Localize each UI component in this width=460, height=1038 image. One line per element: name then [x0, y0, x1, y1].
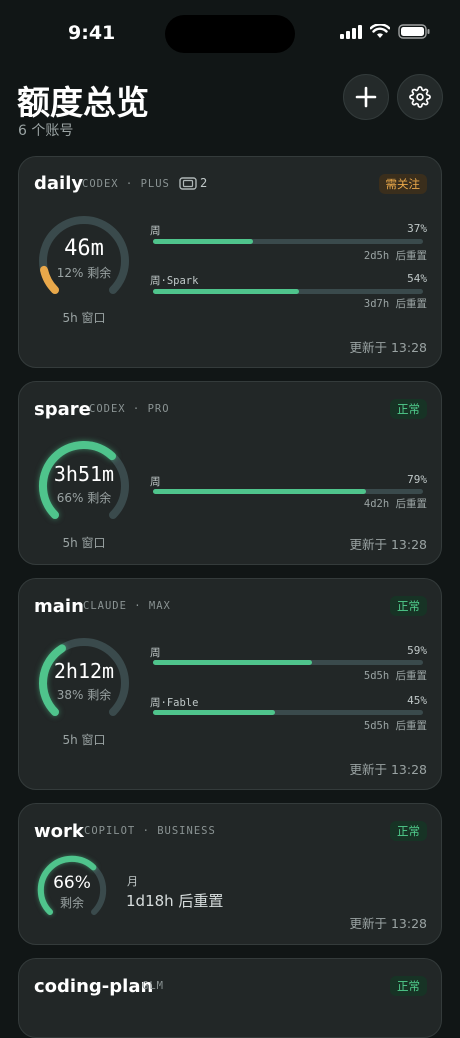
updated-time: 更新于 13:28	[349, 340, 428, 355]
quota-bar-fill	[153, 289, 299, 294]
monthly-reset: 1d18h 后重置	[126, 892, 224, 910]
account-card[interactable]: daily CODEX · PLUS 2 需关注 46m 12% 剩余 5h 窗…	[18, 156, 442, 368]
account-card[interactable]: spare CODEX · PRO 正常 3h51m 66% 剩余 5h 窗口 …	[18, 381, 442, 565]
quota-label: 周	[150, 647, 161, 659]
quota-bar-fill	[153, 710, 275, 715]
account-meta: COPILOT · BUSINESS	[84, 825, 216, 837]
quota-bar-fill	[153, 489, 367, 494]
quota-percent: 45%	[407, 694, 427, 707]
device-count: 2	[179, 176, 207, 190]
status-badge: 正常	[390, 976, 427, 996]
status-icons	[340, 24, 430, 39]
five-hour-gauge: 46m 12% 剩余	[34, 211, 134, 311]
quota-bar	[153, 710, 423, 715]
account-meta: CODEX · PRO	[89, 403, 170, 415]
quota-bar	[153, 489, 423, 494]
status-badge: 正常	[390, 821, 427, 841]
monthly-label: 月	[127, 875, 138, 888]
device-icon	[179, 176, 197, 190]
quota-bar	[153, 289, 423, 294]
gauge-remaining: 剩余	[59, 896, 84, 910]
add-account-button[interactable]	[343, 74, 389, 120]
quota-label: 周·Fable	[150, 697, 199, 709]
gauge-window-label: 5h 窗口	[62, 311, 106, 325]
five-hour-gauge: 2h12m 38% 剩余	[34, 633, 134, 733]
gauge-window-label: 5h 窗口	[62, 733, 106, 747]
gauge-ring	[38, 440, 129, 519]
quota-percent: 79%	[407, 473, 427, 486]
status-time: 9:41	[68, 22, 116, 44]
account-name: work	[34, 821, 84, 842]
gauge-ring	[39, 216, 129, 294]
account-name: daily	[34, 173, 84, 194]
settings-button[interactable]	[397, 74, 443, 120]
gauge-ring	[39, 638, 129, 716]
quota-reset: 3d7h 后重置	[363, 298, 427, 310]
quota-percent: 37%	[407, 222, 427, 235]
gauge-value: 2h12m	[53, 659, 115, 683]
account-meta: CLAUDE · MAX	[83, 600, 171, 612]
page-title: 额度总览	[17, 83, 149, 122]
wifi-icon	[370, 24, 390, 38]
gauge-value: 3h51m	[53, 462, 115, 486]
cellular-signal-icon	[340, 24, 362, 39]
quota-reset: 4d2h 后重置	[363, 498, 427, 510]
account-name: spare	[34, 399, 91, 420]
quota-percent: 59%	[407, 644, 427, 657]
account-name: coding-plan	[34, 976, 154, 997]
quota-bar	[153, 660, 423, 665]
status-badge: 正常	[390, 596, 427, 616]
account-count: 6 个账号	[18, 123, 74, 139]
quota-bar	[153, 239, 423, 244]
gauge-remaining: 12% 剩余	[56, 266, 112, 280]
dynamic-island	[165, 15, 295, 53]
status-badge: 正常	[390, 399, 427, 419]
updated-time: 更新于 13:28	[349, 762, 428, 777]
quota-label: 周	[150, 476, 161, 488]
updated-time: 更新于 13:28	[349, 916, 428, 931]
gauge-value: 66%	[53, 873, 91, 893]
updated-time: 更新于 13:28	[349, 537, 428, 552]
quota-reset: 2d5h 后重置	[363, 250, 427, 262]
quota-bar-fill	[153, 660, 313, 665]
quota-percent: 54%	[407, 272, 427, 285]
five-hour-gauge: 3h51m 66% 剩余	[34, 436, 134, 536]
battery-icon	[398, 24, 430, 39]
plus-icon	[355, 86, 377, 108]
device-count-label: 2	[200, 176, 208, 190]
gauge-remaining: 38% 剩余	[56, 688, 112, 702]
account-meta: CODEX · PLUS	[82, 178, 170, 190]
quota-reset: 5d5h 后重置	[363, 720, 427, 732]
quota-reset: 5d5h 后重置	[363, 670, 427, 682]
quota-label: 周	[150, 225, 161, 237]
gauge-value: 46m	[64, 236, 104, 261]
status-badge: 需关注	[378, 174, 427, 194]
quota-label: 周·Spark	[150, 275, 199, 287]
gauge-window-label: 5h 窗口	[62, 536, 106, 550]
monthly-gauge: 66% 剩余	[34, 852, 110, 928]
gear-icon	[409, 86, 431, 108]
account-card[interactable]: work COPILOT · BUSINESS 正常 66% 剩余 月 1d18…	[18, 803, 442, 945]
status-bar: 9:41	[0, 0, 460, 70]
account-card[interactable]: coding-plan GLM 正常	[18, 958, 442, 1038]
account-card[interactable]: main CLAUDE · MAX 正常 2h12m 38% 剩余 5h 窗口 …	[18, 578, 442, 790]
gauge-remaining: 66% 剩余	[56, 491, 112, 505]
account-name: main	[34, 596, 84, 617]
account-meta: GLM	[142, 980, 164, 992]
quota-bar-fill	[153, 239, 253, 244]
